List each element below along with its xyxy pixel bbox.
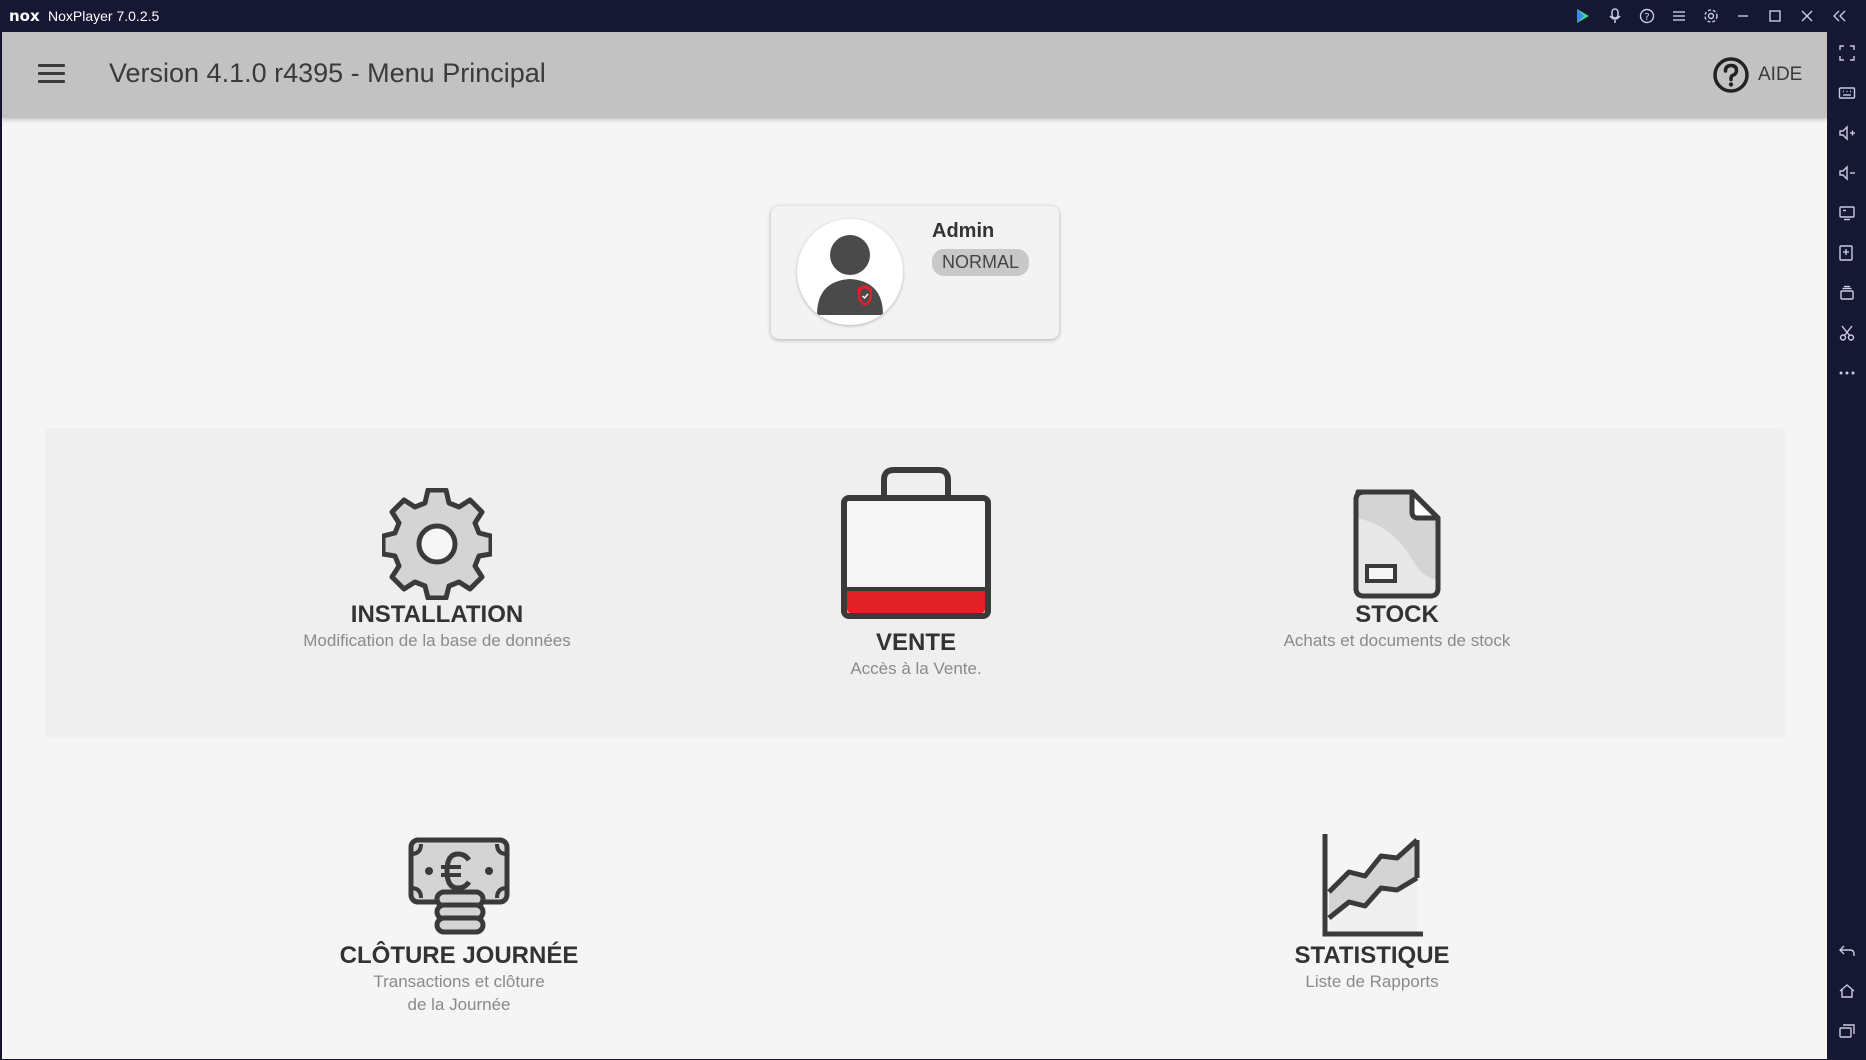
- emulator-title-bar: nox NoxPlayer 7.0.2.5 ?: [0, 0, 1866, 32]
- user-name: Admin: [932, 220, 995, 242]
- menu-tile-installation[interactable]: INSTALLATION Modification de la base de …: [282, 488, 592, 652]
- close-icon[interactable]: [1798, 7, 1816, 25]
- vente-label: VENTE: [875, 629, 956, 656]
- menu-tile-vente[interactable]: VENTE Accès à la Vente.: [761, 466, 1071, 680]
- play-store-icon[interactable]: [1574, 7, 1592, 25]
- hamburger-menu-icon[interactable]: [38, 64, 65, 84]
- page-title: Version 4.1.0 r4395 - Menu Principal: [109, 58, 546, 88]
- back-icon[interactable]: [1836, 940, 1858, 962]
- app-header: Version 4.1.0 r4395 - Menu Principal AID…: [2, 32, 1827, 118]
- window-title: NoxPlayer 7.0.2.5: [48, 8, 160, 24]
- question-circle-icon: [1713, 57, 1749, 93]
- recent-apps-icon[interactable]: [1836, 1020, 1858, 1042]
- settings-gear-icon[interactable]: [1702, 7, 1720, 25]
- maximize-icon[interactable]: [1766, 7, 1784, 25]
- volume-up-icon[interactable]: [1836, 122, 1858, 144]
- user-role-badge: NORMAL: [932, 249, 1030, 276]
- microphone-icon[interactable]: [1606, 7, 1624, 25]
- help-label: AIDE: [1758, 64, 1803, 85]
- vente-desc: Accès à la Vente.: [850, 659, 982, 678]
- installation-label: INSTALLATION: [350, 601, 524, 628]
- help-circle-icon[interactable]: ?: [1638, 7, 1656, 25]
- collapse-sidebar-icon[interactable]: [1830, 7, 1848, 25]
- menu-tile-stock[interactable]: STOCK Achats et documents de stock: [1242, 488, 1552, 652]
- home-icon[interactable]: [1836, 980, 1858, 1002]
- fullscreen-icon[interactable]: [1836, 42, 1858, 64]
- user-card[interactable]: Admin NORMAL: [771, 206, 1059, 339]
- shopping-bag-icon: [841, 467, 991, 619]
- keyboard-icon[interactable]: [1836, 82, 1858, 104]
- screen-display-icon[interactable]: [1836, 202, 1858, 224]
- user-avatar-icon: [817, 235, 883, 315]
- emulator-sidebar: [1827, 32, 1866, 1060]
- menu-lines-icon[interactable]: [1670, 7, 1688, 25]
- menu-tile-statistique[interactable]: STATISTIQUE Liste de Rapports: [1217, 832, 1527, 993]
- installation-desc: Modification de la base de données: [303, 631, 571, 650]
- statistique-desc: Liste de Rapports: [1305, 972, 1439, 991]
- stock-desc: Achats et documents de stock: [1283, 631, 1511, 650]
- multi-instance-icon[interactable]: [1836, 282, 1858, 304]
- help-button[interactable]: AIDE: [1712, 54, 1802, 96]
- gear-icon: [382, 488, 492, 600]
- minimize-icon[interactable]: [1734, 7, 1752, 25]
- document-stock-icon: [1353, 489, 1441, 599]
- nox-logo: nox: [9, 7, 40, 25]
- volume-down-icon[interactable]: [1836, 162, 1858, 184]
- cloture-desc-line1: Transactions et clôture: [373, 972, 545, 991]
- area-chart-icon: [1322, 834, 1423, 937]
- cloture-label: CLÔTURE JOURNÉE: [339, 942, 579, 969]
- stock-label: STOCK: [1355, 601, 1439, 628]
- more-options-icon[interactable]: [1836, 362, 1858, 384]
- window-controls: ?: [1574, 0, 1848, 32]
- scissors-icon[interactable]: [1836, 322, 1858, 344]
- svg-text:?: ?: [1644, 12, 1649, 23]
- statistique-label: STATISTIQUE: [1294, 942, 1450, 969]
- cloture-desc-line2: de la Journée: [407, 995, 511, 1014]
- money-euro-coins-icon: [408, 837, 510, 935]
- user-avatar: [797, 219, 903, 325]
- add-apk-icon[interactable]: [1836, 242, 1858, 264]
- menu-tile-cloture-journee[interactable]: CLÔTURE JOURNÉE Transactions et clôture …: [304, 836, 614, 1016]
- app-screen: Version 4.1.0 r4395 - Menu Principal AID…: [2, 32, 1827, 1059]
